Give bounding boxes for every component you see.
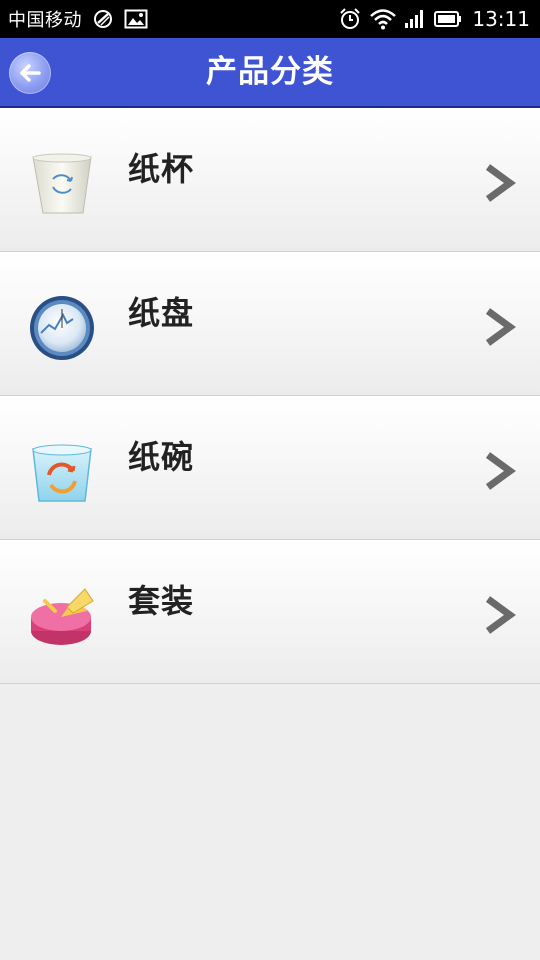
paper-bowl-icon <box>26 436 98 508</box>
chevron-right-icon <box>485 164 516 202</box>
status-bar-left: 中国移动 <box>8 6 148 32</box>
status-clock: 13:11 <box>472 7 530 31</box>
page-title: 产品分类 <box>206 54 334 90</box>
set-pie-icon <box>26 580 98 652</box>
list-item-set[interactable]: 套装 <box>0 540 540 684</box>
category-list: 纸杯 纸盘 纸碗 套装 <box>0 108 540 684</box>
chevron-right-icon <box>485 596 516 634</box>
list-item-paper-bowl[interactable]: 纸碗 <box>0 396 540 540</box>
back-arrow-icon <box>20 64 41 82</box>
list-item-paper-plate[interactable]: 纸盘 <box>0 252 540 396</box>
paper-cup-icon <box>26 148 98 220</box>
item-label: 纸杯 <box>128 150 195 188</box>
battery-icon <box>434 10 462 28</box>
title-bar: 产品分类 <box>0 38 540 108</box>
status-bar: 中国移动 13:11 <box>0 0 540 38</box>
image-icon <box>124 9 148 29</box>
nfc-icon <box>92 8 114 30</box>
carrier-name: 中国移动 <box>8 10 82 31</box>
chevron-right-icon <box>485 308 516 346</box>
alarm-icon <box>338 7 362 31</box>
signal-icon <box>404 9 426 29</box>
paper-plate-icon <box>26 292 98 364</box>
back-button[interactable] <box>9 52 51 94</box>
status-bar-right: 13:11 <box>338 7 530 31</box>
item-label: 纸碗 <box>128 438 195 476</box>
chevron-right-icon <box>485 452 516 490</box>
item-label: 套装 <box>128 582 195 620</box>
item-label: 纸盘 <box>128 294 195 332</box>
list-item-paper-cup[interactable]: 纸杯 <box>0 108 540 252</box>
wifi-icon <box>370 8 397 30</box>
